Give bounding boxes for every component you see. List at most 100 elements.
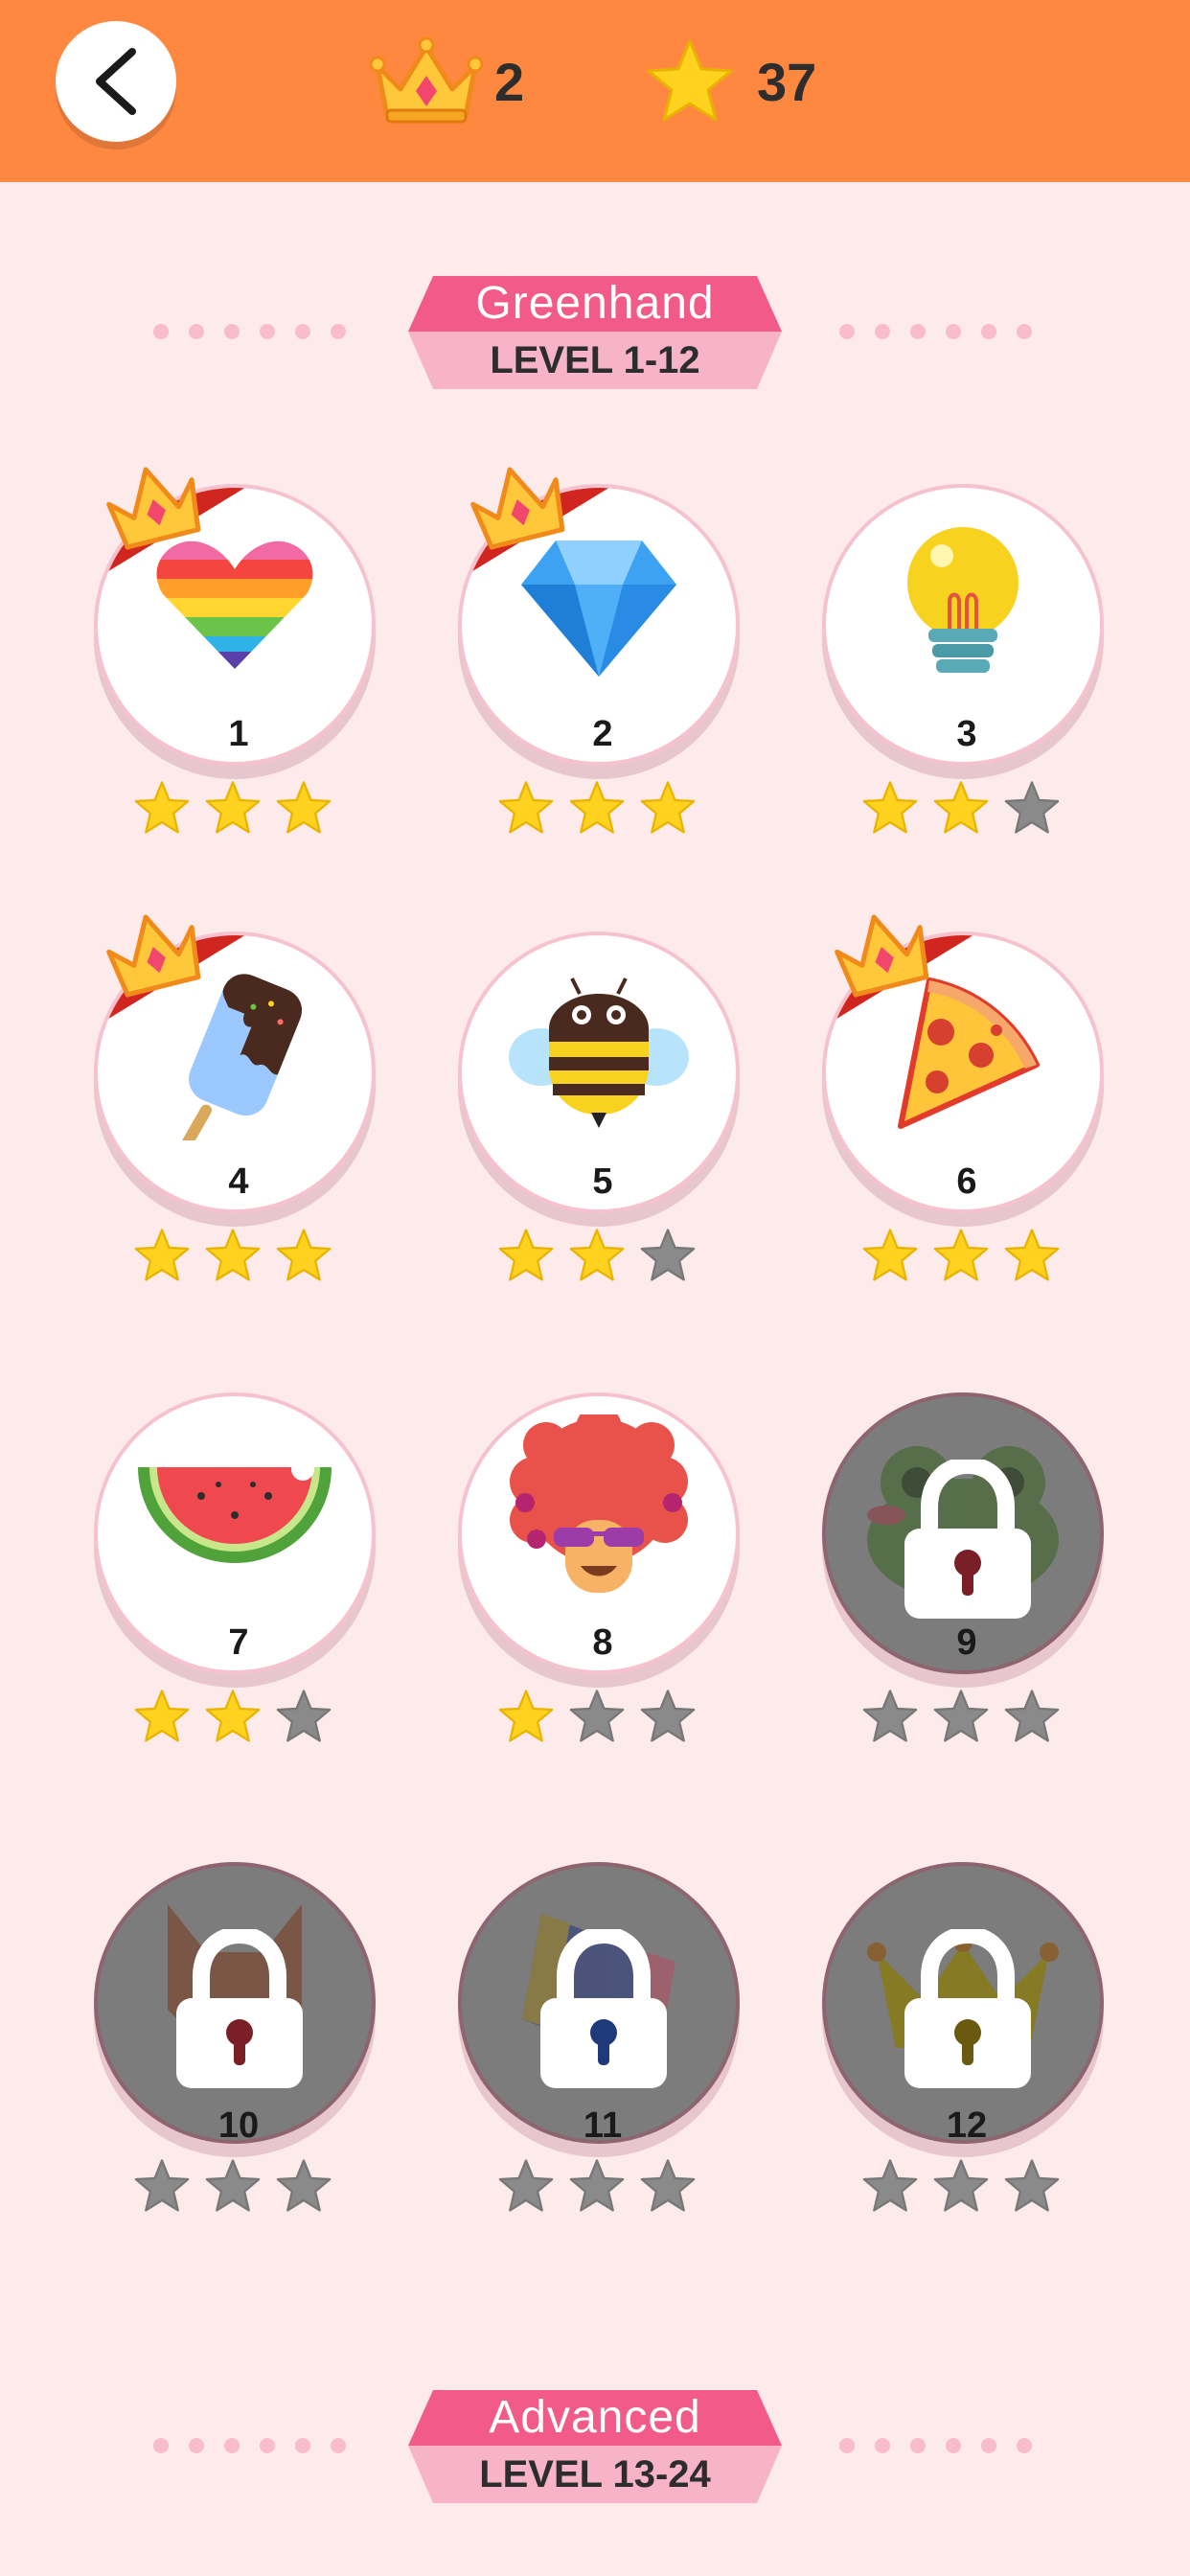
star-empty-icon bbox=[205, 2159, 261, 2212]
level-number: 1 bbox=[228, 714, 249, 754]
star-filled-icon bbox=[205, 1690, 261, 1742]
diamond-icon bbox=[517, 535, 680, 683]
star-filled-icon bbox=[569, 781, 625, 834]
watermelon-icon bbox=[134, 1458, 335, 1577]
lock-icon bbox=[904, 1929, 1031, 2088]
star-counter: 37 bbox=[644, 34, 816, 129]
star-empty-icon bbox=[640, 1229, 696, 1281]
level-button: 9 bbox=[822, 1392, 1104, 1674]
level-disc-wrap: 11 bbox=[458, 1862, 740, 2144]
section-ribbon: Advanced LEVEL 13-24 bbox=[408, 2390, 782, 2503]
bee-icon bbox=[503, 973, 695, 1140]
star-rating bbox=[820, 1227, 1102, 1284]
level-cell: 2 bbox=[456, 467, 744, 867]
crown-icon bbox=[369, 36, 484, 124]
level-disc-wrap: 4 bbox=[94, 914, 376, 1213]
decorative-dots-right bbox=[839, 2438, 1032, 2453]
back-arrow-icon bbox=[96, 48, 136, 115]
level-button: 12 bbox=[822, 1862, 1104, 2144]
level-number: 8 bbox=[592, 1622, 613, 1663]
star-filled-icon bbox=[569, 1229, 625, 1281]
star-empty-icon bbox=[569, 1690, 625, 1742]
level-disc-wrap: 10 bbox=[94, 1862, 376, 2144]
crown-badge-icon bbox=[470, 467, 565, 550]
decorative-dots-left bbox=[153, 324, 346, 339]
level-disc-wrap: 8 bbox=[458, 1392, 740, 1674]
star-rating bbox=[820, 2157, 1102, 2215]
star-empty-icon bbox=[276, 2159, 332, 2212]
level-cell: 12 bbox=[820, 1862, 1108, 2245]
star-empty-icon bbox=[640, 1690, 696, 1742]
star-rating bbox=[92, 2157, 374, 2215]
star-empty-icon bbox=[933, 1690, 989, 1742]
level-button[interactable]: 5 bbox=[458, 932, 740, 1213]
star-empty-icon bbox=[1004, 1690, 1060, 1742]
star-rating bbox=[92, 1688, 374, 1745]
level-cell: 7 bbox=[92, 1392, 379, 1776]
star-filled-icon bbox=[498, 781, 554, 834]
section-header-advanced: Advanced LEVEL 13-24 bbox=[0, 2390, 1190, 2505]
top-bar: 2 37 bbox=[0, 0, 1190, 182]
star-filled-icon bbox=[498, 1690, 554, 1742]
star-rating bbox=[820, 1688, 1102, 1745]
section-title: Advanced bbox=[489, 2392, 701, 2443]
star-empty-icon bbox=[640, 2159, 696, 2212]
level-number: 10 bbox=[217, 2105, 260, 2144]
star-empty-icon bbox=[1004, 781, 1060, 834]
level-number: 2 bbox=[592, 714, 613, 754]
level-disc-wrap: 12 bbox=[822, 1862, 1104, 2144]
rainbow-heart-icon bbox=[153, 535, 316, 683]
star-filled-icon bbox=[1004, 1229, 1060, 1281]
star-rating bbox=[456, 779, 738, 837]
star-rating bbox=[456, 1227, 738, 1284]
level-button: 10 bbox=[94, 1862, 376, 2144]
star-filled-icon bbox=[933, 781, 989, 834]
star-empty-icon bbox=[276, 1690, 332, 1742]
section-ribbon: Greenhand LEVEL 1-12 bbox=[408, 276, 782, 389]
star-filled-icon bbox=[134, 781, 190, 834]
star-count: 37 bbox=[757, 51, 817, 112]
star-icon bbox=[647, 39, 733, 122]
star-filled-icon bbox=[134, 1690, 190, 1742]
star-filled-icon bbox=[205, 1229, 261, 1281]
level-number: 5 bbox=[592, 1162, 613, 1202]
section-range: LEVEL 1-12 bbox=[490, 339, 700, 381]
lock-icon bbox=[904, 1460, 1031, 1619]
level-disc-wrap: 3 bbox=[822, 484, 1104, 766]
section-title: Greenhand bbox=[475, 278, 715, 329]
level-button: 11 bbox=[458, 1862, 740, 2144]
star-filled-icon bbox=[276, 781, 332, 834]
level-disc-wrap: 7 bbox=[94, 1392, 376, 1674]
level-number: 11 bbox=[583, 2105, 623, 2144]
crown-badge-icon bbox=[106, 467, 201, 550]
star-rating bbox=[456, 1688, 738, 1745]
afro-face-icon bbox=[498, 1405, 699, 1621]
crown-badge-icon bbox=[835, 914, 929, 998]
level-number: 6 bbox=[956, 1162, 977, 1202]
star-empty-icon bbox=[862, 1690, 918, 1742]
level-button[interactable]: 7 bbox=[94, 1392, 376, 1674]
level-cell: 9 bbox=[820, 1392, 1108, 1776]
star-empty-icon bbox=[498, 2159, 554, 2212]
star-filled-icon bbox=[134, 1229, 190, 1281]
level-button[interactable]: 3 bbox=[822, 484, 1104, 766]
level-number: 12 bbox=[946, 2105, 988, 2144]
star-filled-icon bbox=[498, 1229, 554, 1281]
crown-count: 2 bbox=[494, 51, 525, 112]
level-number: 9 bbox=[956, 1622, 977, 1663]
star-filled-icon bbox=[640, 781, 696, 834]
level-number: 3 bbox=[956, 714, 977, 754]
back-button[interactable] bbox=[56, 21, 176, 142]
crown-counter: 2 bbox=[366, 34, 524, 129]
star-rating bbox=[92, 779, 374, 837]
level-disc-wrap: 2 bbox=[458, 467, 740, 766]
crown-badge-icon bbox=[106, 914, 201, 998]
level-disc-wrap: 5 bbox=[458, 932, 740, 1213]
star-filled-icon bbox=[862, 781, 918, 834]
section-range: LEVEL 13-24 bbox=[479, 2453, 711, 2496]
level-cell: 6 bbox=[820, 914, 1108, 1315]
level-number: 7 bbox=[228, 1622, 249, 1663]
level-cell: 1 bbox=[92, 467, 379, 867]
star-filled-icon bbox=[862, 1229, 918, 1281]
level-button[interactable]: 8 bbox=[458, 1392, 740, 1674]
